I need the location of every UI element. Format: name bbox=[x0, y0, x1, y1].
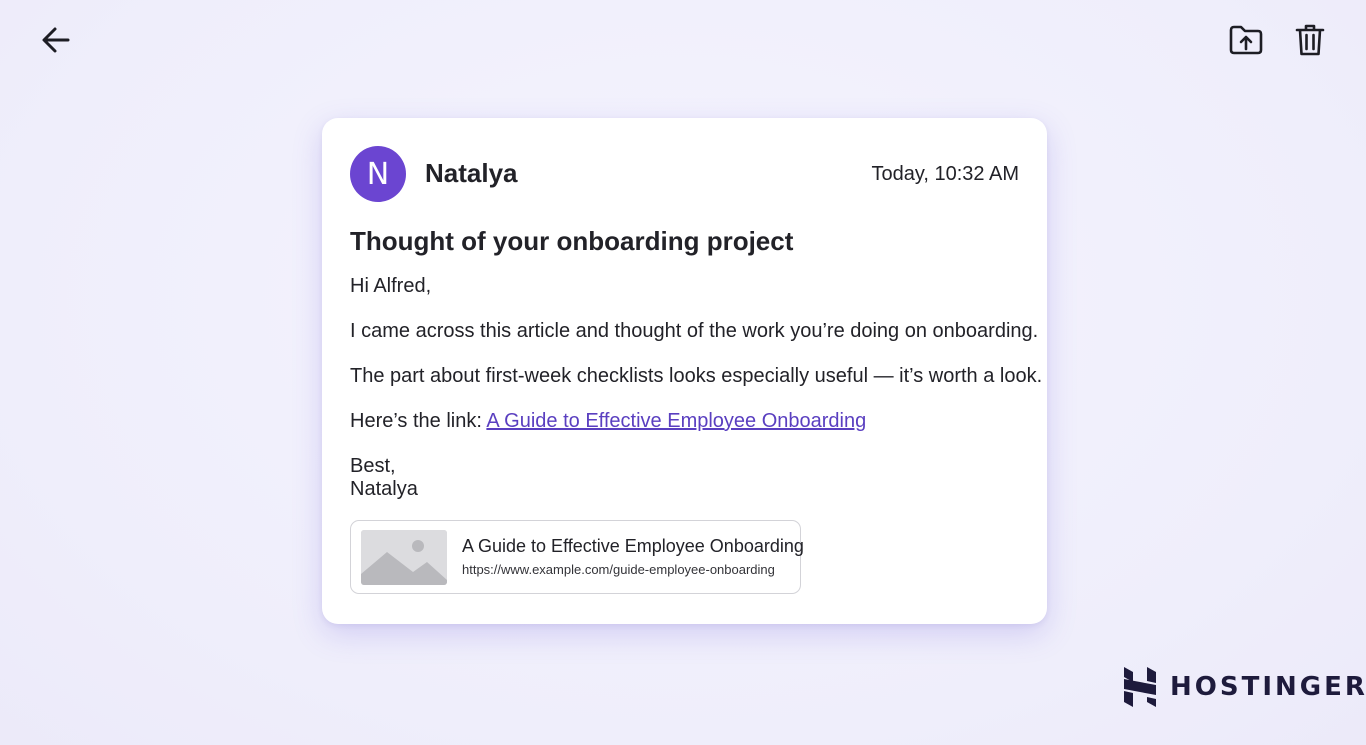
email-paragraph-1: I came across this article and thought o… bbox=[350, 320, 1039, 342]
link-preview-card[interactable]: A Guide to Effective Employee Onboarding… bbox=[350, 520, 804, 594]
email-signature: Natalya bbox=[350, 478, 418, 500]
back-button[interactable] bbox=[34, 18, 78, 62]
arrow-left-icon bbox=[42, 27, 70, 53]
sender-avatar: N bbox=[350, 146, 406, 202]
image-placeholder-icon bbox=[361, 530, 447, 585]
email-paragraph-2: The part about first-week checklists loo… bbox=[350, 365, 1043, 387]
email-card: N Natalya Today, 10:32 AM Thought of you… bbox=[322, 118, 1047, 624]
link-preview-title: A Guide to Effective Employee Onboarding bbox=[462, 536, 804, 556]
email-greeting: Hi Alfred, bbox=[350, 275, 432, 297]
delete-button[interactable] bbox=[1288, 18, 1332, 62]
link-preview-url: https://www.example.com/guide-employee-o… bbox=[462, 562, 775, 577]
sender-name: Natalya bbox=[425, 158, 518, 188]
hostinger-logo: HOSTINGER bbox=[1122, 664, 1366, 710]
trash-icon bbox=[1295, 24, 1325, 56]
email-link-line: Here’s the link: A Guide to Effective Em… bbox=[350, 410, 866, 433]
email-subject: Thought of your onboarding project bbox=[350, 226, 794, 256]
hostinger-logo-icon bbox=[1124, 667, 1156, 707]
email-view: N Natalya Today, 10:32 AM Thought of you… bbox=[0, 0, 1366, 745]
link-preview-thumbnail bbox=[361, 530, 447, 585]
email-timestamp: Today, 10:32 AM bbox=[871, 163, 1020, 185]
email-signoff: Best, bbox=[350, 455, 396, 477]
link-prefix: Here’s the link: bbox=[350, 410, 487, 432]
article-link[interactable]: A Guide to Effective Employee Onboarding bbox=[486, 410, 866, 432]
move-to-folder-button[interactable] bbox=[1224, 18, 1268, 62]
brand-name: HOSTINGER bbox=[1170, 672, 1366, 702]
folder-upload-icon bbox=[1229, 25, 1263, 55]
